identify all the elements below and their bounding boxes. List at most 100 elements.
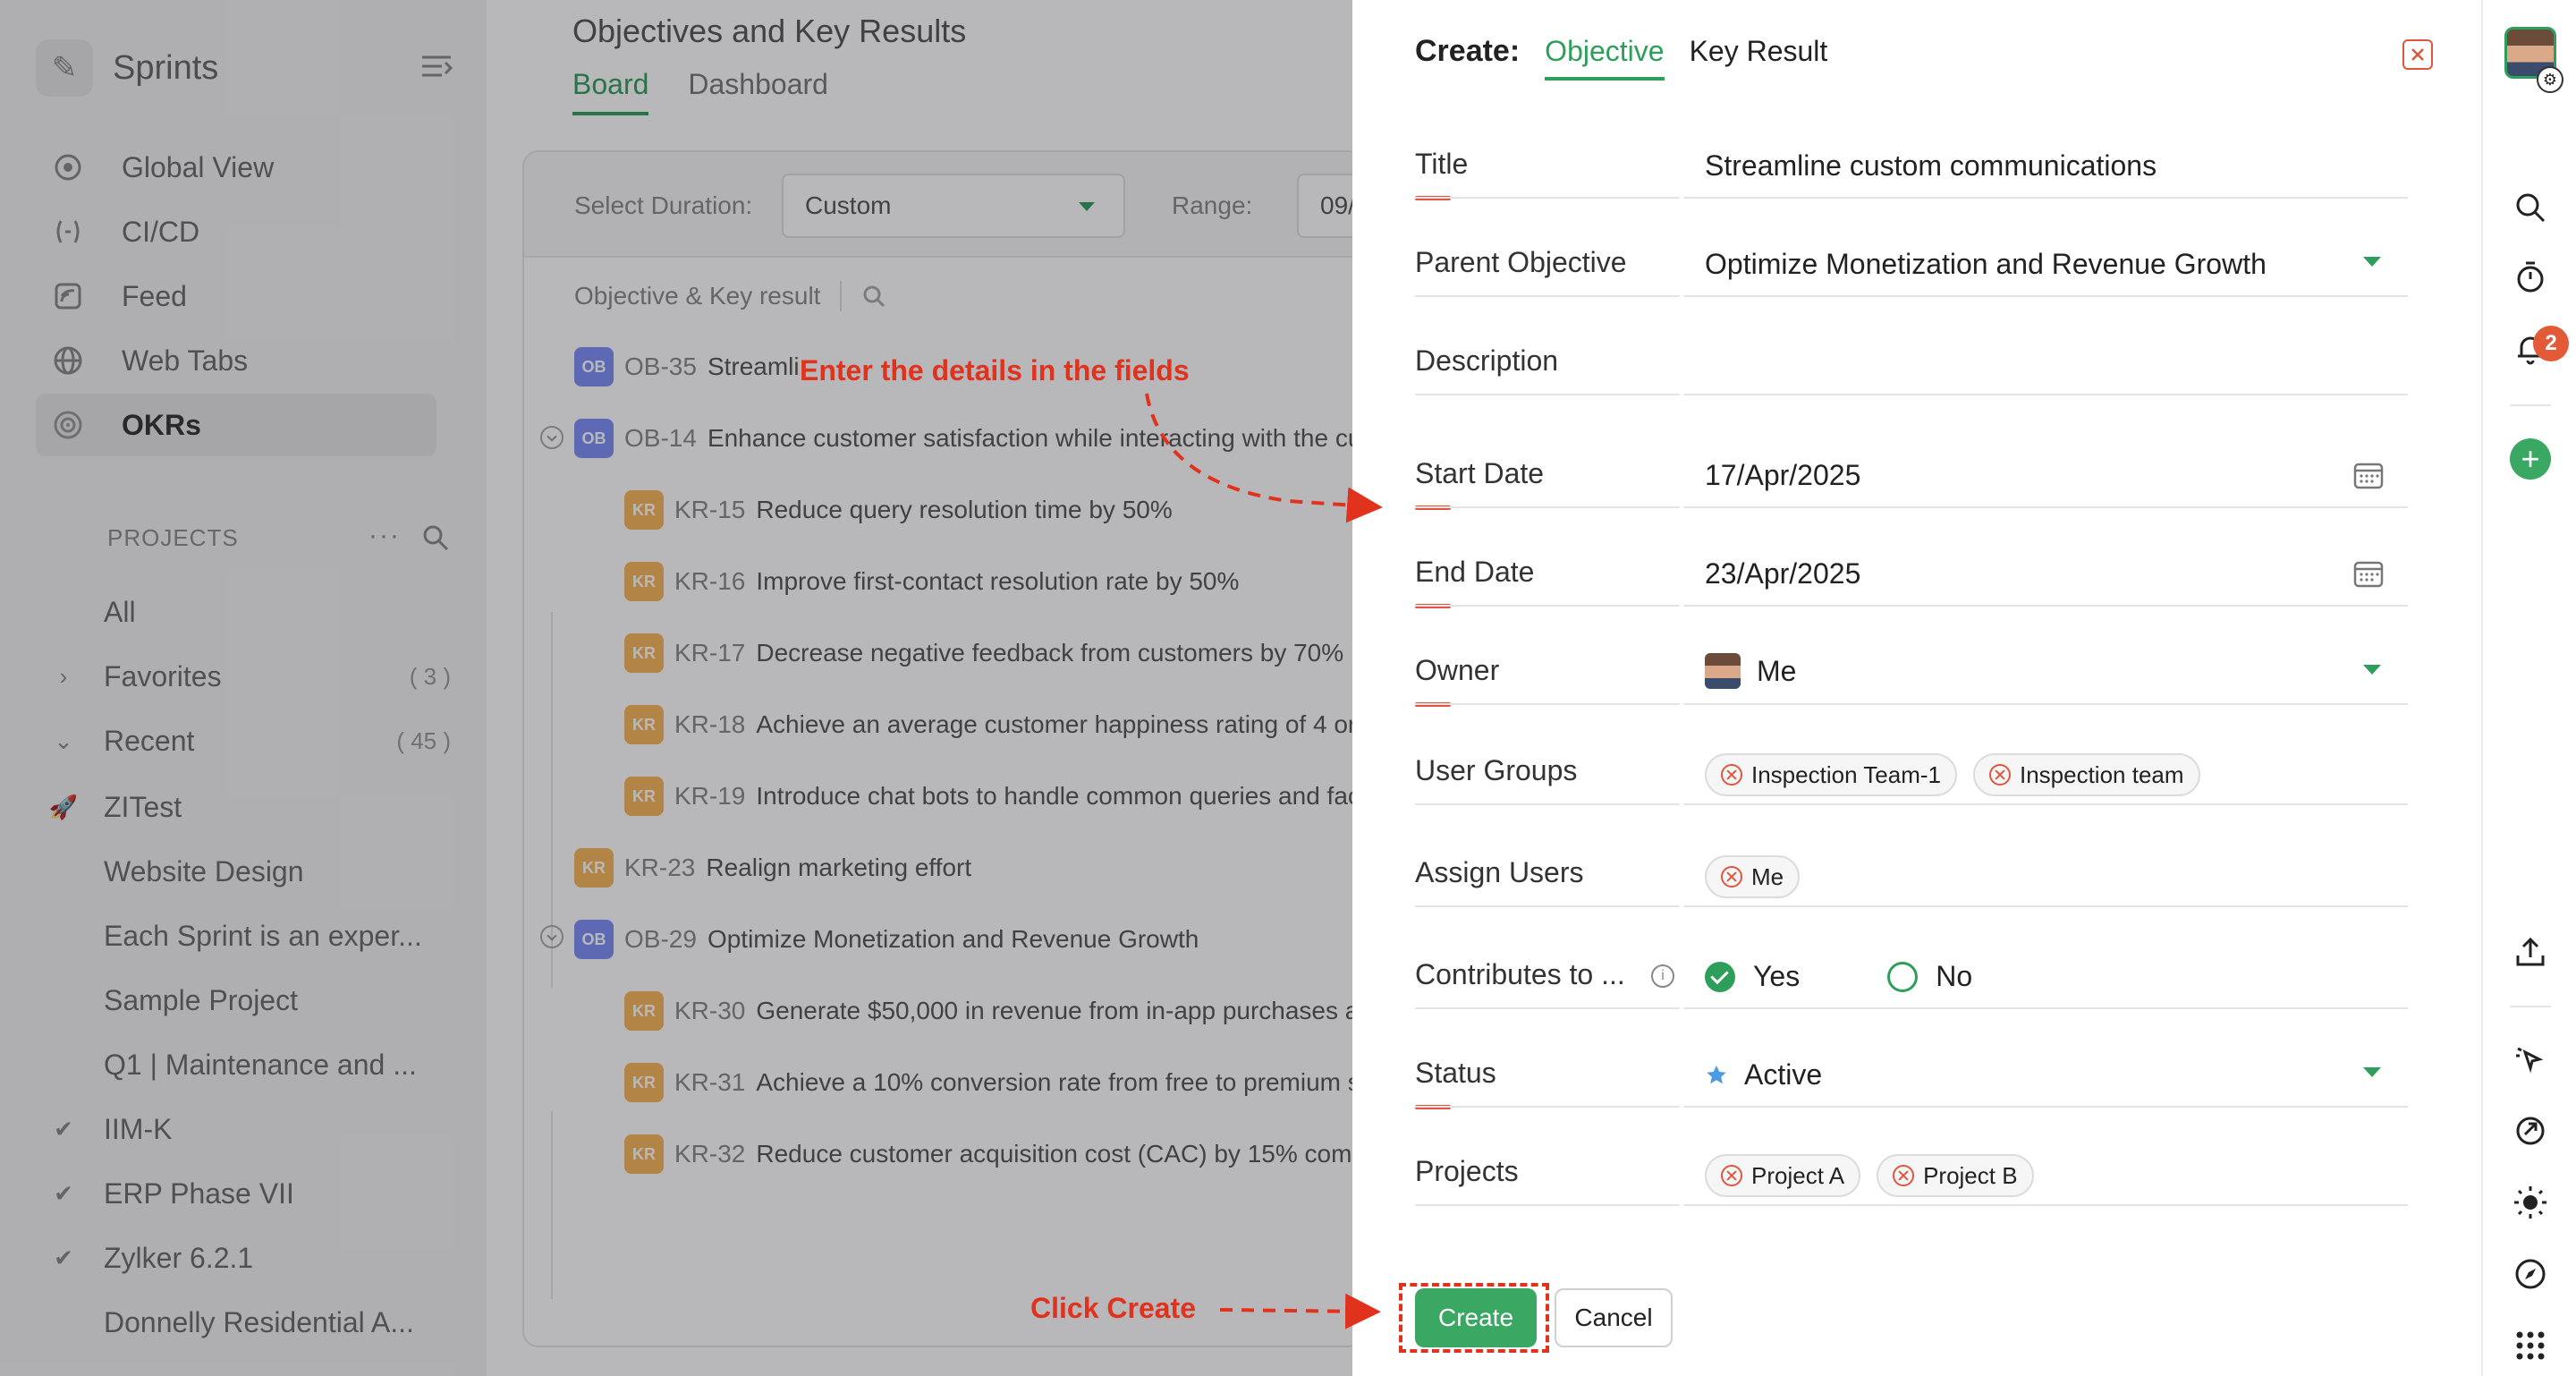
compass-icon[interactable]	[2512, 1256, 2548, 1292]
table-row[interactable]: KR KR-32 Reduce customer acquisition cost …	[624, 1127, 1361, 1181]
chip-label: Inspection Team-1	[1751, 760, 1941, 788]
close-icon	[2411, 48, 2424, 61]
field-label: End Date	[1415, 556, 1535, 588]
chevron-down-icon[interactable]	[2363, 1067, 2381, 1077]
list-header: Objective & Key result	[574, 281, 886, 311]
key-result-badge: KR	[624, 633, 664, 673]
tab-board[interactable]: Board	[572, 68, 649, 115]
chevron-down-icon[interactable]: ⌄	[36, 727, 91, 755]
end-date-input[interactable]: 23/Apr/2025	[1705, 557, 1860, 590]
start-date-input[interactable]: 17/Apr/2025	[1705, 459, 1860, 492]
calendar-icon[interactable]	[2352, 558, 2385, 589]
objective-badge: OB	[574, 419, 614, 458]
add-button[interactable]: +	[2510, 438, 2551, 480]
cursor-click-icon[interactable]	[2512, 1041, 2548, 1077]
project-item[interactable]: Sample Project	[36, 972, 456, 1029]
duration-select[interactable]: Custom	[782, 174, 1125, 238]
gear-icon[interactable]: ⚙	[2537, 66, 2563, 93]
key-result-badge: KR	[574, 848, 614, 888]
row-text: Decrease negative feedback from customer…	[756, 639, 1344, 667]
sync-icon[interactable]	[2512, 1113, 2548, 1149]
notification-badge: 2	[2533, 326, 2569, 361]
chevron-down-icon[interactable]	[2363, 665, 2381, 675]
rocket-icon: 🚀	[48, 793, 79, 820]
nav-item-okrs[interactable]: OKRs	[36, 394, 436, 456]
radio-yes[interactable]: Yes	[1705, 960, 1800, 993]
info-icon[interactable]: i	[1651, 964, 1674, 988]
title-input[interactable]: Streamline custom communications	[1705, 149, 2157, 183]
nav-item-feed[interactable]: Feed	[36, 265, 436, 327]
nav-item-web-tabs[interactable]: Web Tabs	[36, 329, 436, 392]
table-row[interactable]: KR KR-17 Decrease negative feedback from c…	[624, 626, 1343, 680]
table-row[interactable]: KR KR-16 Improve first-contact resolution …	[624, 555, 1239, 608]
field-label: Contributes to ...	[1415, 958, 1625, 990]
project-item[interactable]: Q1 | Maintenance and ...	[36, 1036, 456, 1093]
range-value: 09/	[1320, 191, 1355, 219]
chevron-down-icon[interactable]	[2363, 257, 2381, 267]
duration-label: Select Duration:	[574, 191, 753, 219]
upload-icon[interactable]	[2512, 934, 2548, 970]
tab-dashboard[interactable]: Dashboard	[688, 68, 828, 115]
project-item[interactable]: ✔ ERP Phase VII	[36, 1165, 456, 1222]
project-item-favorites[interactable]: › Favorites ( 3 )	[36, 648, 456, 705]
nav-item-global-view[interactable]: Global View	[36, 136, 436, 199]
objective-badge: OB	[574, 347, 614, 386]
table-row[interactable]: KR KR-18 Achieve an average customer happi…	[624, 698, 1363, 752]
timer-icon[interactable]	[2512, 259, 2548, 295]
project-item-zitest[interactable]: 🚀 ZITest	[36, 778, 456, 836]
project-item[interactable]: Each Sprint is an exper...	[36, 907, 456, 964]
projects-more-icon[interactable]: ···	[369, 521, 401, 551]
remove-chip-icon[interactable]	[1988, 764, 2011, 786]
remove-chip-icon[interactable]	[1721, 866, 1742, 888]
description-input[interactable]	[1705, 344, 2385, 379]
project-item-recent[interactable]: ⌄ Recent ( 45 )	[36, 712, 456, 769]
chevron-right-icon[interactable]: ›	[36, 663, 91, 691]
project-label: IIM-K	[104, 1112, 173, 1145]
table-row[interactable]: KR KR-15 Reduce query resolution time by 5…	[624, 483, 1173, 537]
search-icon[interactable]	[2512, 190, 2548, 225]
tab-key-result[interactable]: Key Result	[1690, 35, 1828, 77]
projects-search-icon[interactable]	[420, 522, 451, 553]
table-row[interactable]: OB OB-29 Optimize Monetization and Revenue…	[574, 913, 1199, 966]
calendar-icon[interactable]	[2352, 460, 2385, 490]
tab-objective[interactable]: Objective	[1545, 35, 1665, 81]
sun-icon[interactable]	[2512, 1185, 2548, 1220]
radio-no[interactable]: No	[1887, 960, 1972, 993]
key-result-badge: KR	[624, 1063, 664, 1102]
remove-chip-icon[interactable]	[1721, 1165, 1742, 1186]
cancel-button[interactable]: Cancel	[1555, 1288, 1673, 1347]
row-code: KR-19	[674, 782, 746, 810]
row-text: Achieve an average customer happiness ra…	[756, 710, 1363, 738]
start-date-field: Start Date 17/Apr/2025	[1415, 410, 2408, 510]
close-button[interactable]	[2402, 39, 2433, 70]
project-label: Each Sprint is an exper...	[104, 919, 422, 952]
project-item[interactable]: ✔ IIM-K	[36, 1100, 456, 1158]
project-item-all[interactable]: All	[36, 583, 456, 641]
table-row[interactable]: OB OB-35 Streamli	[574, 340, 800, 394]
row-code: KR-15	[674, 496, 746, 523]
project-item[interactable]: ✔ Zylker 6.2.1	[36, 1229, 456, 1287]
user-groups-field: User Groups Inspection Team-1 Inspection…	[1415, 707, 2408, 805]
table-row[interactable]: KR KR-30 Generate $50,000 in revenue from …	[624, 984, 1361, 1038]
table-row[interactable]: KR KR-23 Realign marketing effort	[574, 841, 971, 895]
table-row[interactable]: KR KR-31 Achieve a 10% conversion rate fro…	[624, 1056, 1360, 1109]
project-item[interactable]: Website Design	[36, 843, 456, 900]
tree-line	[551, 1111, 553, 1299]
owner-select[interactable]: Me	[1705, 653, 1796, 689]
nav-item-cicd[interactable]: CI/CD	[36, 200, 436, 263]
table-row[interactable]: OB OB-14 Enhance customer satisfaction whi…	[574, 412, 1361, 465]
expand-toggle-icon[interactable]	[540, 426, 564, 449]
parent-objective-select[interactable]: Optimize Monetization and Revenue Growth	[1705, 248, 2267, 281]
expand-toggle-icon[interactable]	[540, 925, 564, 948]
table-row[interactable]: KR KR-19 Introduce chat bots to handle com…	[624, 769, 1360, 823]
remove-chip-icon[interactable]	[1721, 764, 1742, 786]
project-item[interactable]: Donnelly Residential A...	[36, 1294, 456, 1351]
divider	[1683, 1204, 2408, 1206]
search-icon[interactable]	[861, 284, 886, 309]
status-select[interactable]: Active	[1705, 1058, 1822, 1091]
collapse-sidebar-icon[interactable]	[419, 50, 454, 86]
brand[interactable]: ✎ Sprints	[36, 39, 218, 97]
status-field: Status Active	[1415, 1009, 2408, 1109]
apps-grid-icon[interactable]	[2512, 1328, 2548, 1363]
remove-chip-icon[interactable]	[1893, 1165, 1915, 1186]
